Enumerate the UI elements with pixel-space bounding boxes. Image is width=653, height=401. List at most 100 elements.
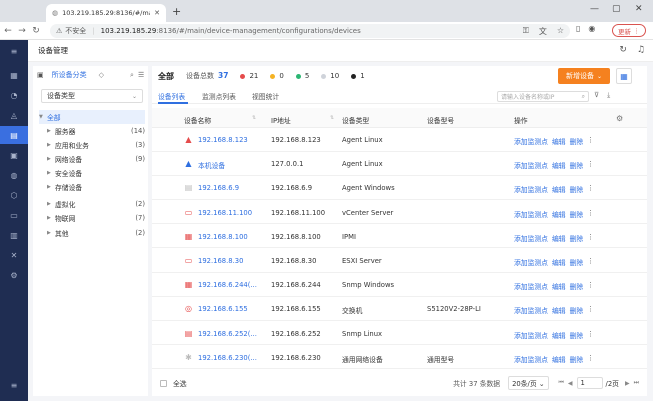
device-name-link[interactable]: 192.168.6.230(... <box>198 354 257 362</box>
edit-link[interactable]: 编辑 <box>552 305 566 315</box>
add-monitor-link[interactable]: 添加监测点 <box>514 330 548 340</box>
delete-link[interactable]: 删除 <box>570 233 584 243</box>
dashboard-icon[interactable]: ▦ <box>0 66 28 84</box>
more-icon[interactable]: ⋮ <box>587 184 594 194</box>
filter-icon[interactable]: ⊽ <box>594 91 599 100</box>
add-monitor-link[interactable]: 添加监测点 <box>514 257 548 267</box>
device-name-link[interactable]: 192.168.8.100 <box>198 233 248 241</box>
minimize-icon[interactable]: — <box>590 4 599 14</box>
delete-link[interactable]: 删除 <box>570 257 584 267</box>
tree-item[interactable]: ▶ 服务器 (14) <box>47 124 145 138</box>
reload-icon[interactable]: ↻ <box>30 26 42 36</box>
edit-link[interactable]: 编辑 <box>552 233 566 243</box>
more-icon[interactable]: ⋮ <box>587 233 594 243</box>
table-row[interactable]: ▤ 192.168.6.9 192.168.6.9 Agent Windows 添加监测… <box>152 176 647 200</box>
tree-item[interactable]: ▶ 虚拟化 (2) <box>47 197 145 211</box>
tree-item[interactable]: ▶ 安全设备 <box>47 166 145 180</box>
add-monitor-link[interactable]: 添加监测点 <box>514 233 548 243</box>
add-monitor-link[interactable]: 添加监测点 <box>514 136 548 146</box>
table-row[interactable]: ▦ 192.168.8.100 192.168.8.100 IPMI 添加监测点 编辑 删除… <box>152 225 647 249</box>
edit-link[interactable]: 编辑 <box>552 184 566 194</box>
select-all-checkbox[interactable] <box>160 379 167 387</box>
edit-link[interactable]: 编辑 <box>552 281 566 291</box>
tree-item[interactable]: ▶ 物联网 (7) <box>47 211 145 225</box>
more-icon[interactable]: ⋮ <box>587 160 594 170</box>
device-name-link[interactable]: 192.168.8.30 <box>198 257 243 265</box>
download-icon[interactable]: ⤓ <box>607 91 610 100</box>
search-input[interactable]: 请输入设备名称或IP ⌕ <box>497 91 589 102</box>
monitor-icon[interactable]: ◔ <box>0 86 28 104</box>
search-icon[interactable]: ⌕ <box>130 71 134 80</box>
add-monitor-link[interactable]: 添加监测点 <box>514 160 548 170</box>
delete-link[interactable]: 删除 <box>570 330 584 340</box>
tab-monitor-list[interactable]: 监测点列表 <box>202 91 236 101</box>
add-device-button[interactable]: 新增设备 ⌄ <box>558 68 610 84</box>
stat-offline[interactable]: 1 <box>351 72 365 80</box>
device-name-link[interactable]: 192.168.6.9 <box>198 184 239 192</box>
sidebar-icon[interactable]: ▯ <box>576 24 580 33</box>
category-link[interactable]: 所设备分类 <box>52 70 87 80</box>
stat-warning[interactable]: 0 <box>270 72 284 80</box>
device-name-link[interactable]: 192.168.8.123 <box>198 136 248 144</box>
device-name-link[interactable]: 192.168.11.100 <box>198 209 252 217</box>
edit-link[interactable]: 编辑 <box>552 136 566 146</box>
tools-icon[interactable]: ✕ <box>0 246 28 264</box>
last-page-icon[interactable]: ⏭ <box>634 379 639 387</box>
device-name-link[interactable]: 192.168.6.252(... <box>198 330 257 338</box>
bell-icon[interactable]: ♫ <box>637 45 645 55</box>
forward-icon[interactable]: → <box>16 26 28 36</box>
table-row[interactable]: ▲ 本机设备 127.0.0.1 Agent Linux 添加监测点 编辑 删除 ⋮ <box>152 152 647 176</box>
screen-icon[interactable]: ▭ <box>0 206 28 224</box>
sort-icon[interactable]: ⇅ <box>330 115 334 121</box>
settings-icon[interactable]: ⚙ <box>0 266 28 284</box>
device-icon[interactable]: ▤ <box>0 126 28 144</box>
browser-tab[interactable]: ◍ 103.219.185.29:8136/#/main/d ✕ <box>46 4 166 22</box>
more-icon[interactable]: ⋮ <box>587 209 594 219</box>
refresh-icon[interactable]: ↻ <box>619 45 627 55</box>
more-icon[interactable]: ⋮ <box>587 136 594 146</box>
page-size-select[interactable]: 20条/页 ⌄ <box>508 376 549 390</box>
translate-icon[interactable]: 文 <box>539 26 547 37</box>
table-row[interactable]: ✱ 192.168.6.230(... 192.168.6.230 通用网络设备 通用型… <box>152 346 647 370</box>
sort-icon[interactable]: ⇅ <box>252 115 256 121</box>
first-page-icon[interactable]: ⏮ <box>559 379 564 387</box>
update-button[interactable]: 更新 ⋮ <box>612 24 646 37</box>
delete-link[interactable]: 删除 <box>570 184 584 194</box>
table-row[interactable]: ▦ 192.168.6.244(... 192.168.6.244 Snmp Wind… <box>152 273 647 297</box>
stat-unknown[interactable]: 10 <box>321 72 339 80</box>
table-row[interactable]: ▲ 192.168.8.123 192.168.8.123 Agent Linux 添加… <box>152 128 647 152</box>
prev-page-icon[interactable]: ◀ <box>568 380 573 387</box>
list-icon[interactable]: ☰ <box>138 71 144 79</box>
more-icon[interactable]: ⋮ <box>587 281 594 291</box>
globe-nav-icon[interactable]: ◍ <box>0 166 28 184</box>
device-type-select[interactable]: 设备类型 ⌄ <box>41 89 143 103</box>
more-icon[interactable]: ⋮ <box>587 330 594 340</box>
edit-link[interactable]: 编辑 <box>552 209 566 219</box>
tree-item[interactable]: ▶ 其他 (2) <box>47 226 145 240</box>
stat-normal[interactable]: 5 <box>295 72 309 80</box>
alarm-icon[interactable]: ◬ <box>0 106 28 124</box>
device-name-link[interactable]: 本机设备 <box>198 160 225 170</box>
delete-link[interactable]: 删除 <box>570 305 584 315</box>
shield-icon[interactable]: ⬡ <box>0 186 28 204</box>
more-icon[interactable]: ⋮ <box>587 257 594 267</box>
add-monitor-link[interactable]: 添加监测点 <box>514 209 548 219</box>
topology-icon[interactable]: ▣ <box>0 146 28 164</box>
tree-item[interactable]: ▶ 存储设备 <box>47 180 145 194</box>
add-monitor-link[interactable]: 添加监测点 <box>514 281 548 291</box>
edit-link[interactable]: 编辑 <box>552 257 566 267</box>
delete-link[interactable]: 删除 <box>570 281 584 291</box>
device-name-link[interactable]: 192.168.6.155 <box>198 305 248 313</box>
close-icon[interactable]: ✕ <box>154 9 160 17</box>
report-icon[interactable]: ▥ <box>0 226 28 244</box>
more-icon[interactable]: ⋮ <box>587 305 594 315</box>
add-monitor-link[interactable]: 添加监测点 <box>514 184 548 194</box>
tree-item[interactable]: ▶ 网络设备 (9) <box>47 152 145 166</box>
grid-view-icon[interactable]: ▦ <box>616 68 632 84</box>
table-row[interactable]: ◎ 192.168.6.155 192.168.6.155 交换机 S5120V2-28… <box>152 297 647 321</box>
collapse-icon[interactable]: ≡ <box>0 376 28 394</box>
key-icon[interactable]: ⚿ <box>523 26 529 37</box>
menu-icon[interactable]: ≡ <box>0 42 28 60</box>
profile-icon[interactable]: ◉ <box>588 24 595 33</box>
device-name-link[interactable]: 192.168.6.244(... <box>198 281 257 289</box>
